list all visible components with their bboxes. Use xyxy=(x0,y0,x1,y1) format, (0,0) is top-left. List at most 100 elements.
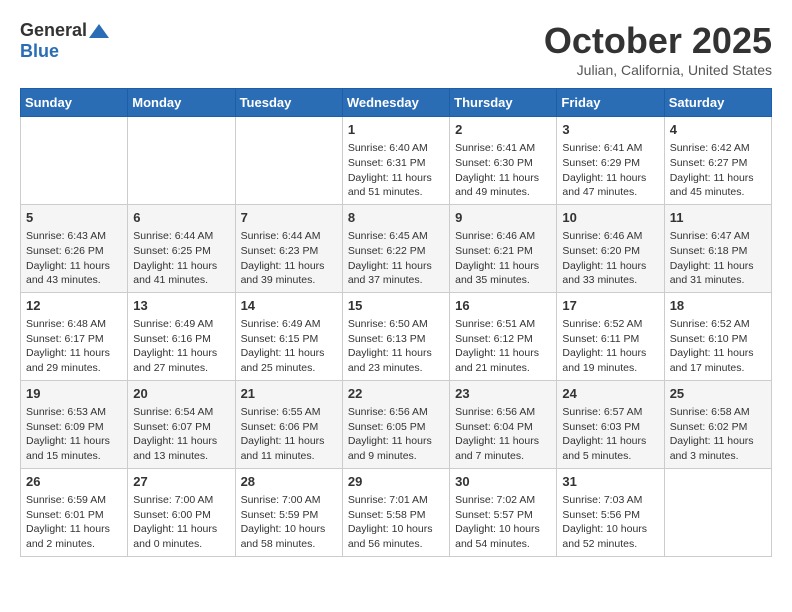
day-info-line: Sunrise: 6:46 AM xyxy=(455,229,551,244)
day-content: 12Sunrise: 6:48 AMSunset: 6:17 PMDayligh… xyxy=(26,297,122,376)
day-info-line: Sunset: 6:31 PM xyxy=(348,156,444,171)
day-info-line: Daylight: 10 hours and 56 minutes. xyxy=(348,522,444,551)
day-info-line: Sunrise: 6:50 AM xyxy=(348,317,444,332)
day-info-line: Sunset: 5:59 PM xyxy=(241,508,337,523)
day-info-line: Sunrise: 7:00 AM xyxy=(241,493,337,508)
day-content: 6Sunrise: 6:44 AMSunset: 6:25 PMDaylight… xyxy=(133,209,229,288)
day-info-line: Sunrise: 6:56 AM xyxy=(455,405,551,420)
day-content: 26Sunrise: 6:59 AMSunset: 6:01 PMDayligh… xyxy=(26,473,122,552)
day-info-line: Sunrise: 6:43 AM xyxy=(26,229,122,244)
day-info-line: Daylight: 11 hours and 2 minutes. xyxy=(26,522,122,551)
day-cell: 21Sunrise: 6:55 AMSunset: 6:06 PMDayligh… xyxy=(235,380,342,468)
day-info-line: Daylight: 11 hours and 45 minutes. xyxy=(670,171,766,200)
logo: General Blue xyxy=(20,20,109,62)
day-info-line: Daylight: 11 hours and 41 minutes. xyxy=(133,259,229,288)
weekday-header-monday: Monday xyxy=(128,89,235,117)
day-cell: 8Sunrise: 6:45 AMSunset: 6:22 PMDaylight… xyxy=(342,204,449,292)
day-content: 13Sunrise: 6:49 AMSunset: 6:16 PMDayligh… xyxy=(133,297,229,376)
day-number: 3 xyxy=(562,121,658,139)
day-cell: 13Sunrise: 6:49 AMSunset: 6:16 PMDayligh… xyxy=(128,292,235,380)
day-info-line: Sunset: 6:17 PM xyxy=(26,332,122,347)
day-info-line: Daylight: 11 hours and 31 minutes. xyxy=(670,259,766,288)
day-content: 18Sunrise: 6:52 AMSunset: 6:10 PMDayligh… xyxy=(670,297,766,376)
day-info-line: Daylight: 11 hours and 9 minutes. xyxy=(348,434,444,463)
day-cell: 11Sunrise: 6:47 AMSunset: 6:18 PMDayligh… xyxy=(664,204,771,292)
day-info-line: Sunrise: 6:53 AM xyxy=(26,405,122,420)
day-info-line: Daylight: 11 hours and 33 minutes. xyxy=(562,259,658,288)
day-content: 19Sunrise: 6:53 AMSunset: 6:09 PMDayligh… xyxy=(26,385,122,464)
day-info-line: Daylight: 10 hours and 54 minutes. xyxy=(455,522,551,551)
day-content: 11Sunrise: 6:47 AMSunset: 6:18 PMDayligh… xyxy=(670,209,766,288)
day-info-line: Sunrise: 6:45 AM xyxy=(348,229,444,244)
day-info-line: Sunrise: 6:41 AM xyxy=(562,141,658,156)
day-number: 26 xyxy=(26,473,122,491)
day-number: 20 xyxy=(133,385,229,403)
day-info-line: Sunrise: 6:40 AM xyxy=(348,141,444,156)
day-content: 4Sunrise: 6:42 AMSunset: 6:27 PMDaylight… xyxy=(670,121,766,200)
logo-general-text: General xyxy=(20,20,87,41)
day-cell: 1Sunrise: 6:40 AMSunset: 6:31 PMDaylight… xyxy=(342,117,449,205)
day-content: 24Sunrise: 6:57 AMSunset: 6:03 PMDayligh… xyxy=(562,385,658,464)
day-number: 14 xyxy=(241,297,337,315)
day-content: 28Sunrise: 7:00 AMSunset: 5:59 PMDayligh… xyxy=(241,473,337,552)
day-info-line: Sunrise: 6:51 AM xyxy=(455,317,551,332)
day-cell: 16Sunrise: 6:51 AMSunset: 6:12 PMDayligh… xyxy=(450,292,557,380)
day-info-line: Sunset: 6:10 PM xyxy=(670,332,766,347)
day-info-line: Sunset: 6:05 PM xyxy=(348,420,444,435)
day-content: 17Sunrise: 6:52 AMSunset: 6:11 PMDayligh… xyxy=(562,297,658,376)
day-info-line: Sunrise: 6:52 AM xyxy=(670,317,766,332)
day-cell: 27Sunrise: 7:00 AMSunset: 6:00 PMDayligh… xyxy=(128,468,235,556)
day-info-line: Daylight: 11 hours and 35 minutes. xyxy=(455,259,551,288)
day-info-line: Daylight: 11 hours and 13 minutes. xyxy=(133,434,229,463)
day-info-line: Sunset: 6:30 PM xyxy=(455,156,551,171)
day-number: 5 xyxy=(26,209,122,227)
day-info-line: Sunrise: 6:52 AM xyxy=(562,317,658,332)
day-cell: 6Sunrise: 6:44 AMSunset: 6:25 PMDaylight… xyxy=(128,204,235,292)
day-info-line: Daylight: 11 hours and 37 minutes. xyxy=(348,259,444,288)
day-content: 30Sunrise: 7:02 AMSunset: 5:57 PMDayligh… xyxy=(455,473,551,552)
day-number: 21 xyxy=(241,385,337,403)
day-cell: 17Sunrise: 6:52 AMSunset: 6:11 PMDayligh… xyxy=(557,292,664,380)
day-content: 20Sunrise: 6:54 AMSunset: 6:07 PMDayligh… xyxy=(133,385,229,464)
day-info-line: Daylight: 11 hours and 0 minutes. xyxy=(133,522,229,551)
day-info-line: Sunset: 6:01 PM xyxy=(26,508,122,523)
day-info-line: Daylight: 11 hours and 49 minutes. xyxy=(455,171,551,200)
day-info-line: Sunset: 6:09 PM xyxy=(26,420,122,435)
day-cell: 14Sunrise: 6:49 AMSunset: 6:15 PMDayligh… xyxy=(235,292,342,380)
day-info-line: Daylight: 11 hours and 25 minutes. xyxy=(241,346,337,375)
day-info-line: Sunset: 6:23 PM xyxy=(241,244,337,259)
weekday-header-wednesday: Wednesday xyxy=(342,89,449,117)
week-row-2: 5Sunrise: 6:43 AMSunset: 6:26 PMDaylight… xyxy=(21,204,772,292)
day-info-line: Sunset: 5:56 PM xyxy=(562,508,658,523)
day-content: 27Sunrise: 7:00 AMSunset: 6:00 PMDayligh… xyxy=(133,473,229,552)
day-cell: 29Sunrise: 7:01 AMSunset: 5:58 PMDayligh… xyxy=(342,468,449,556)
page-header: General Blue October 2025 Julian, Califo… xyxy=(20,20,772,78)
day-content: 21Sunrise: 6:55 AMSunset: 6:06 PMDayligh… xyxy=(241,385,337,464)
day-info-line: Sunset: 6:25 PM xyxy=(133,244,229,259)
day-cell: 12Sunrise: 6:48 AMSunset: 6:17 PMDayligh… xyxy=(21,292,128,380)
day-info-line: Daylight: 11 hours and 23 minutes. xyxy=(348,346,444,375)
day-info-line: Daylight: 11 hours and 7 minutes. xyxy=(455,434,551,463)
day-cell: 31Sunrise: 7:03 AMSunset: 5:56 PMDayligh… xyxy=(557,468,664,556)
day-content: 1Sunrise: 6:40 AMSunset: 6:31 PMDaylight… xyxy=(348,121,444,200)
day-info-line: Sunset: 6:29 PM xyxy=(562,156,658,171)
day-info-line: Sunrise: 6:54 AM xyxy=(133,405,229,420)
day-content: 7Sunrise: 6:44 AMSunset: 6:23 PMDaylight… xyxy=(241,209,337,288)
day-info-line: Sunset: 6:04 PM xyxy=(455,420,551,435)
weekday-header-thursday: Thursday xyxy=(450,89,557,117)
day-cell: 24Sunrise: 6:57 AMSunset: 6:03 PMDayligh… xyxy=(557,380,664,468)
day-content: 10Sunrise: 6:46 AMSunset: 6:20 PMDayligh… xyxy=(562,209,658,288)
day-info-line: Daylight: 11 hours and 43 minutes. xyxy=(26,259,122,288)
week-row-4: 19Sunrise: 6:53 AMSunset: 6:09 PMDayligh… xyxy=(21,380,772,468)
day-cell: 23Sunrise: 6:56 AMSunset: 6:04 PMDayligh… xyxy=(450,380,557,468)
day-cell xyxy=(235,117,342,205)
day-number: 30 xyxy=(455,473,551,491)
weekday-header-row: SundayMondayTuesdayWednesdayThursdayFrid… xyxy=(21,89,772,117)
day-number: 29 xyxy=(348,473,444,491)
day-content: 29Sunrise: 7:01 AMSunset: 5:58 PMDayligh… xyxy=(348,473,444,552)
day-number: 11 xyxy=(670,209,766,227)
day-content: 3Sunrise: 6:41 AMSunset: 6:29 PMDaylight… xyxy=(562,121,658,200)
weekday-header-friday: Friday xyxy=(557,89,664,117)
day-info-line: Sunrise: 6:42 AM xyxy=(670,141,766,156)
day-cell: 9Sunrise: 6:46 AMSunset: 6:21 PMDaylight… xyxy=(450,204,557,292)
